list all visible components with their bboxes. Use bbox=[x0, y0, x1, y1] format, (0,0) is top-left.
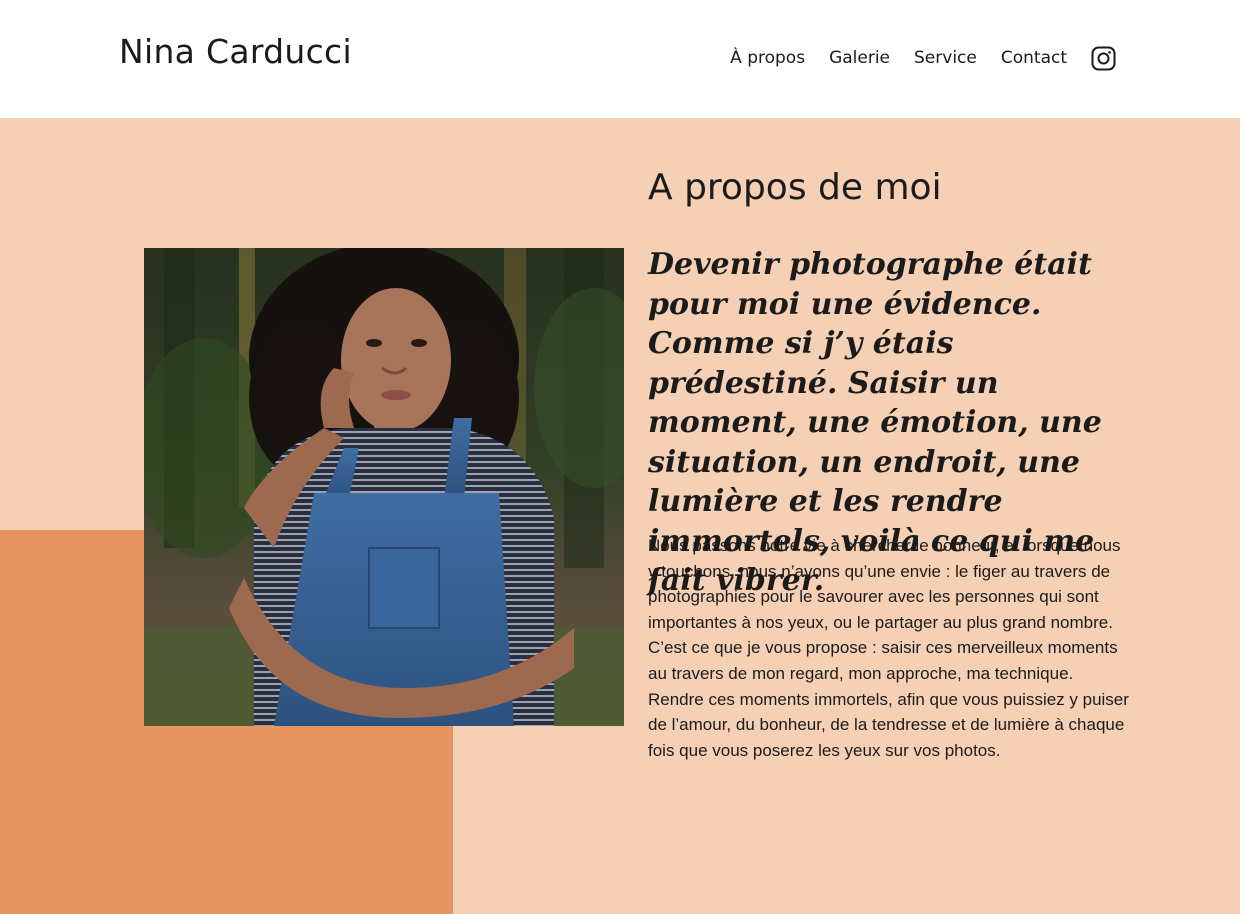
nav-link-a-propos[interactable]: À propos bbox=[730, 48, 805, 68]
nav-link-service[interactable]: Service bbox=[914, 48, 977, 68]
site-title[interactable]: Nina Carducci bbox=[119, 32, 352, 71]
about-title: A propos de moi bbox=[648, 167, 942, 208]
about-body-text: Nous passons notre vie à chercher le bon… bbox=[648, 536, 1129, 760]
site-header: Nina Carducci À propos Galerie Service C… bbox=[0, 0, 1240, 118]
nav-link-contact[interactable]: Contact bbox=[1001, 48, 1067, 68]
instagram-icon[interactable] bbox=[1091, 46, 1116, 71]
main-nav: À propos Galerie Service Contact bbox=[730, 44, 1116, 72]
about-section: A propos de moi Devenir photographe étai… bbox=[0, 118, 1240, 914]
nav-link-galerie[interactable]: Galerie bbox=[829, 48, 890, 68]
portrait-photo bbox=[144, 248, 624, 726]
